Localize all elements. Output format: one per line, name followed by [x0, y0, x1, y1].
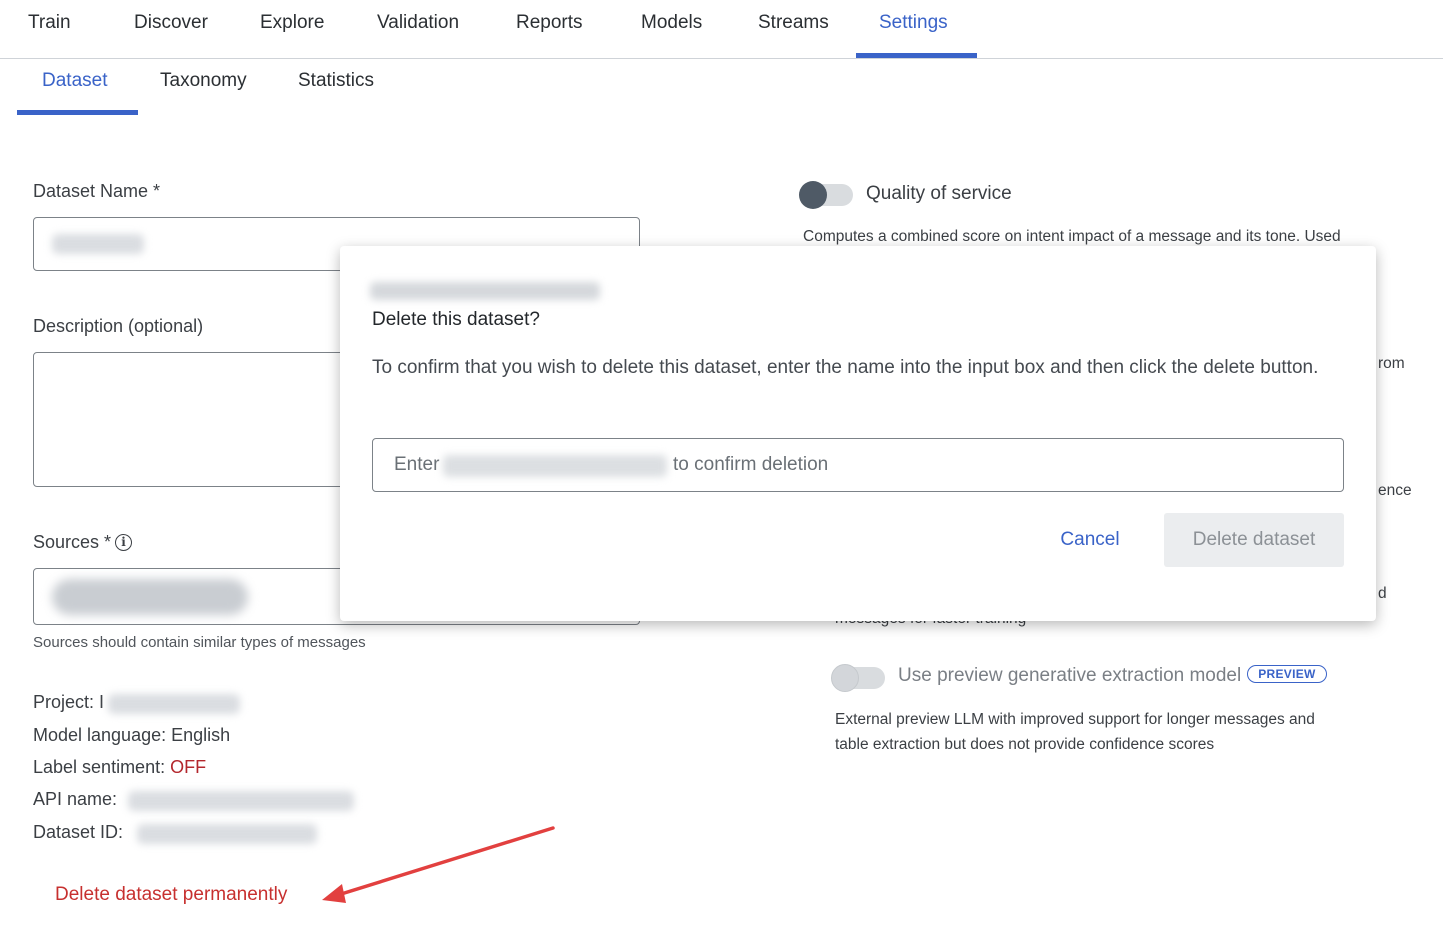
arrow-head [322, 884, 346, 903]
arrow-shaft [336, 826, 555, 897]
annotation-arrow [322, 826, 555, 903]
